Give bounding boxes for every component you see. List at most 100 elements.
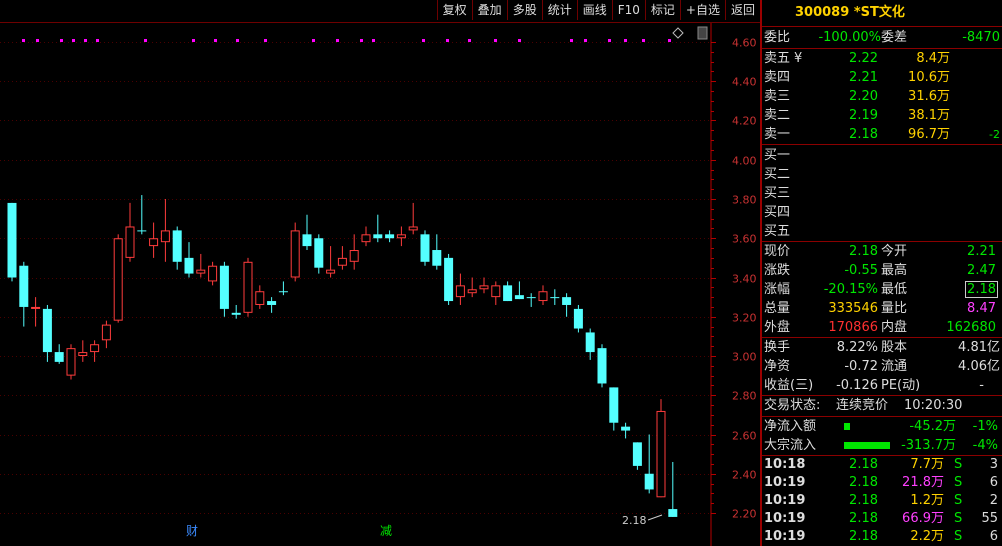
netflow-value: -45.2万 — [909, 419, 956, 434]
sell-row-2[interactable]: 卖二 2.19 38.1万 — [762, 106, 1002, 125]
candle[interactable] — [7, 202, 17, 282]
candle[interactable] — [396, 226, 406, 247]
candle[interactable] — [656, 399, 666, 498]
candle[interactable] — [467, 277, 477, 298]
candle[interactable] — [573, 304, 583, 333]
candle[interactable] — [349, 234, 359, 270]
candle[interactable] — [455, 273, 465, 305]
candle[interactable] — [90, 340, 100, 362]
candle[interactable] — [66, 344, 76, 380]
candle[interactable] — [219, 261, 229, 317]
candle[interactable] — [267, 297, 277, 313]
candle[interactable] — [137, 195, 147, 235]
candle[interactable] — [479, 277, 489, 294]
sell-row-5[interactable]: 卖五 ¥ 2.22 8.4万 — [762, 49, 1002, 68]
buy-row-3[interactable]: 买三 — [762, 184, 1002, 203]
candle[interactable] — [597, 344, 607, 388]
sell-level-label: 卖五 — [764, 51, 791, 66]
reduce-marker[interactable]: 减 — [380, 524, 392, 538]
candle[interactable] — [290, 222, 300, 282]
candle[interactable] — [54, 344, 64, 364]
candle[interactable] — [42, 304, 52, 362]
candle[interactable] — [125, 202, 135, 262]
candle[interactable] — [420, 230, 430, 266]
f10-button[interactable]: F10 — [611, 0, 645, 20]
candle[interactable] — [562, 293, 572, 317]
buy-row-1[interactable]: 买一 — [762, 146, 1002, 165]
candle[interactable] — [491, 281, 501, 305]
sell-volume: 38.1万 — [908, 108, 950, 123]
buy-row-4[interactable]: 买四 — [762, 203, 1002, 222]
candle[interactable] — [314, 234, 324, 274]
share-capital-label: 股本 — [881, 340, 908, 355]
sell-volume: 31.6万 — [908, 89, 950, 104]
candle[interactable] — [632, 442, 642, 470]
candle[interactable] — [149, 222, 159, 258]
candle[interactable] — [78, 340, 88, 362]
tick-row[interactable]: 10:19 2.18 66.9万 S 55 — [762, 510, 1002, 528]
candle[interactable] — [550, 289, 560, 305]
scroll-handle-icon[interactable] — [697, 26, 708, 40]
candle[interactable] — [231, 304, 241, 319]
candle[interactable] — [444, 253, 454, 305]
candle[interactable] — [243, 257, 253, 317]
draw-line-button[interactable]: 画线 — [576, 0, 612, 20]
candle[interactable] — [255, 285, 265, 309]
overlay-button[interactable]: 叠加 — [471, 0, 507, 20]
candle[interactable] — [432, 234, 442, 270]
tick-row[interactable]: 10:19 2.18 21.8万 S 6 — [762, 474, 1002, 492]
candle[interactable] — [113, 234, 123, 323]
candle[interactable] — [19, 261, 29, 327]
candle[interactable] — [208, 261, 218, 286]
candle[interactable] — [385, 230, 395, 243]
candle[interactable] — [31, 297, 41, 327]
candle[interactable] — [514, 281, 524, 300]
restore-rights-button[interactable]: 复权 — [436, 0, 472, 20]
candle[interactable] — [538, 285, 548, 305]
candle[interactable] — [373, 214, 383, 243]
add-watchlist-button[interactable]: +自选 — [679, 0, 725, 20]
candle[interactable] — [160, 199, 170, 262]
diamond-icon[interactable] — [672, 27, 684, 39]
candle[interactable] — [503, 281, 513, 302]
candle[interactable] — [184, 242, 194, 278]
tick-row[interactable]: 10:18 2.18 7.7万 S 3 — [762, 456, 1002, 474]
candle-body — [42, 308, 52, 353]
candle[interactable] — [526, 293, 536, 307]
candle[interactable] — [585, 328, 595, 360]
buy-row-2[interactable]: 买二 — [762, 165, 1002, 184]
buy-row-5[interactable]: 买五 — [762, 222, 1002, 241]
tick-row[interactable]: 10:19 2.18 2.2万 S 6 — [762, 528, 1002, 546]
multi-stock-button[interactable]: 多股 — [506, 0, 542, 20]
candle[interactable] — [361, 226, 371, 247]
sell-row-1[interactable]: 卖一 2.18 96.7万 -2 — [762, 125, 1002, 144]
candle[interactable] — [337, 246, 347, 270]
candle[interactable] — [326, 246, 336, 278]
change-label: 涨跌 — [764, 263, 791, 278]
kline-chart[interactable]: 4.60 4.40 4.20 4.00 3.80 3.60 3.40 3.20 3.00 2.80… — [0, 23, 760, 546]
tick-side: S — [954, 475, 963, 490]
candle[interactable] — [101, 320, 111, 349]
back-button[interactable]: 返回 — [724, 0, 760, 20]
candle[interactable] — [408, 202, 418, 235]
candle[interactable] — [609, 387, 619, 431]
candle[interactable] — [172, 226, 182, 270]
sell-row-4[interactable]: 卖四 2.21 10.6万 — [762, 68, 1002, 87]
candle[interactable] — [302, 214, 312, 251]
candle[interactable] — [644, 434, 654, 494]
sell-row-3[interactable]: 卖三 2.20 31.6万 — [762, 87, 1002, 106]
sell-level-label: 卖四 — [764, 70, 791, 85]
statistics-button[interactable]: 统计 — [541, 0, 577, 20]
tick-price: 2.18 — [849, 511, 878, 526]
weicha-value: -8470 — [962, 30, 1000, 45]
kline-svg[interactable]: 4.60 4.40 4.20 4.00 3.80 3.60 3.40 3.20 3.00 2.80… — [0, 23, 760, 546]
finance-marker[interactable]: 财 — [186, 524, 198, 538]
tick-row[interactable]: 10:19 2.18 1.2万 S 2 — [762, 492, 1002, 510]
buy-level-label: 买四 — [764, 205, 791, 220]
mark-button[interactable]: 标记 — [644, 0, 680, 20]
candle[interactable] — [668, 461, 678, 517]
candle[interactable] — [196, 253, 206, 278]
change-value: -0.55 — [844, 263, 878, 278]
candle[interactable] — [278, 281, 288, 296]
candle[interactable] — [621, 422, 631, 439]
